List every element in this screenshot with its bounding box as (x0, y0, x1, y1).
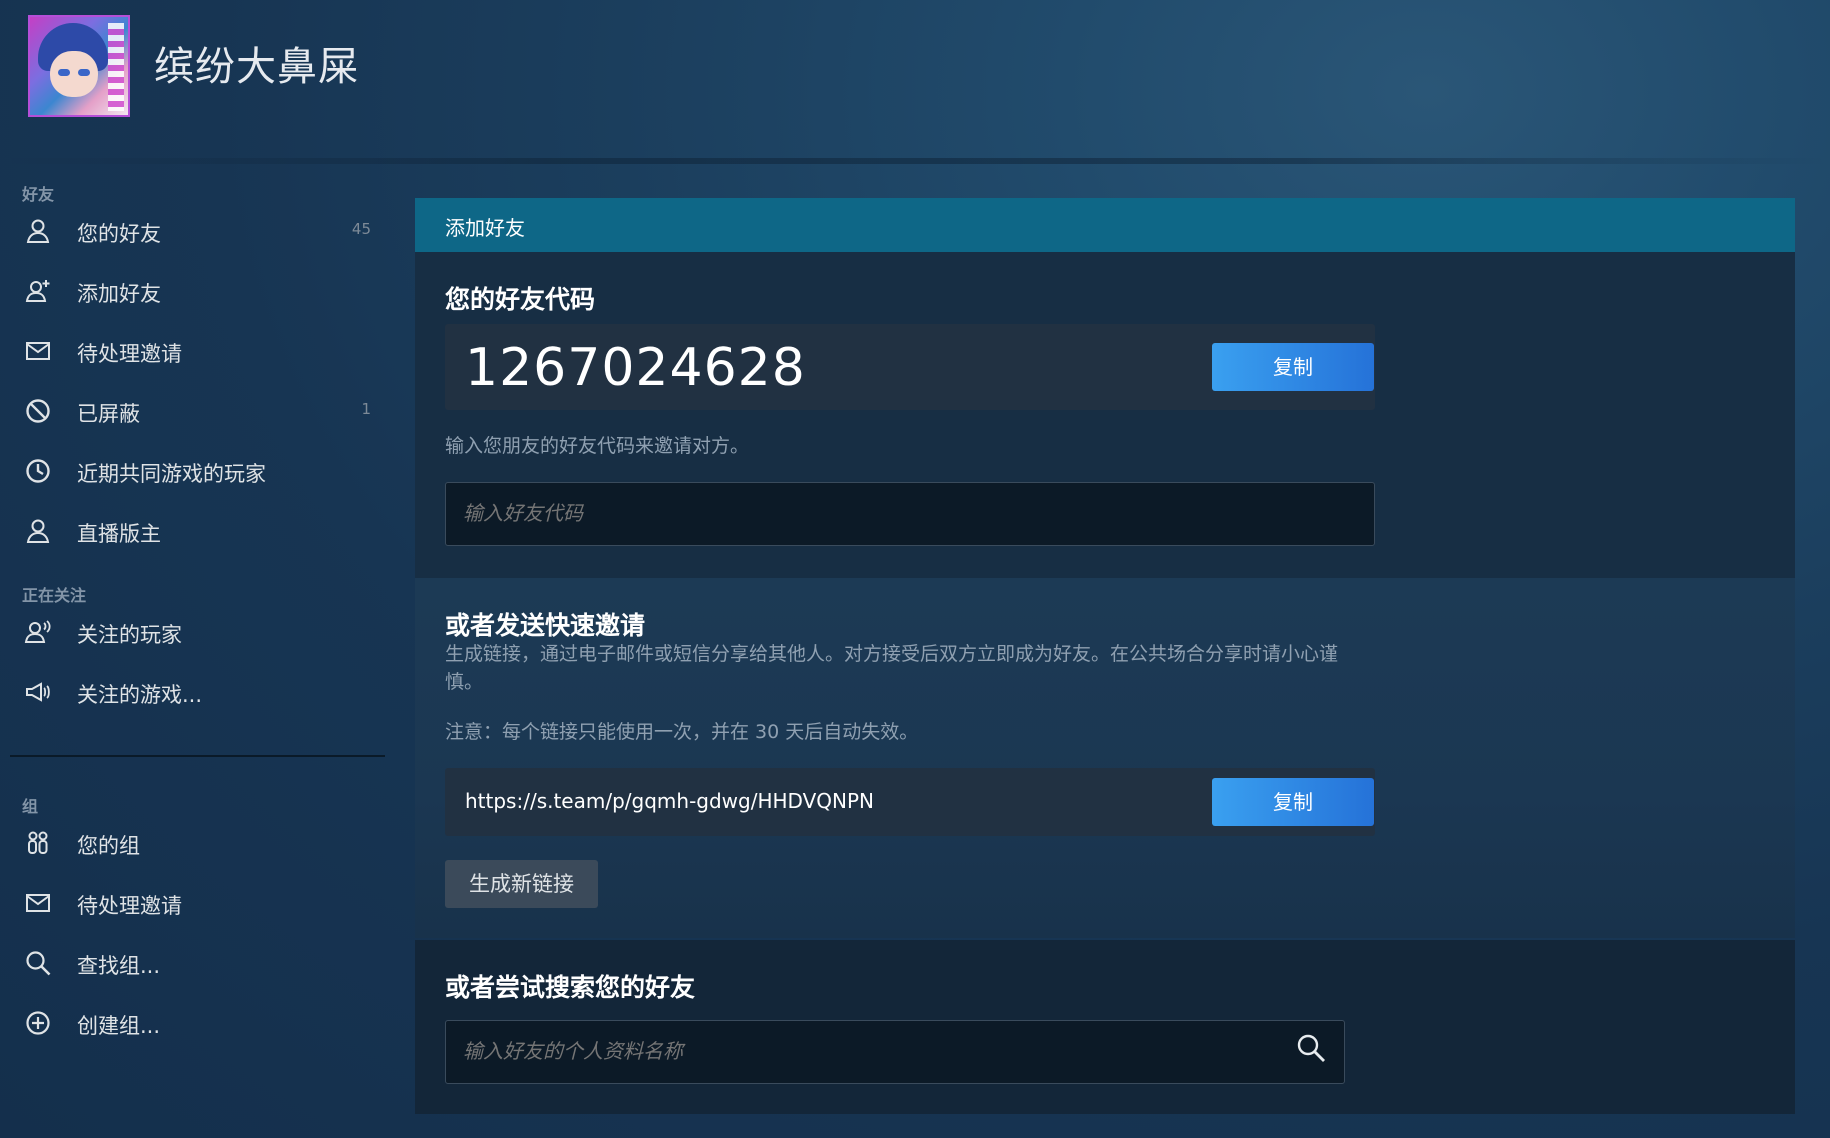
sidebar-item-label: 关注的游戏... (77, 683, 203, 707)
blocked-icon (26, 399, 50, 423)
megaphone-icon (26, 682, 50, 702)
avatar[interactable] (28, 15, 130, 117)
quick-invite-heading: 或者发送快速邀请 (445, 611, 646, 640)
quick-invite-note: 注意：每个链接只能使用一次，并在 30 天后自动失效。 (445, 721, 919, 743)
sidebar-item-label: 已屏蔽 (77, 402, 140, 426)
search-friends-input[interactable] (445, 1020, 1345, 1084)
sidebar-item-find-groups[interactable]: 查找组... (0, 937, 385, 989)
friend-code-box: 1267024628 复制 (445, 324, 1375, 410)
sidebar-item-label: 查找组... (77, 954, 161, 978)
quick-invite-description: 生成链接，通过电子邮件或短信分享给其他人。对方接受后双方立即成为好友。在公共场合… (445, 643, 1339, 693)
sidebar-section-groups: 组 (22, 797, 39, 816)
person-follow-icon (24, 620, 51, 643)
sidebar-item-label: 您的组 (77, 834, 140, 858)
header-divider (0, 158, 1830, 164)
sidebar-section-friends: 好友 (22, 185, 55, 204)
sidebar-divider (10, 755, 385, 757)
envelope-icon (26, 342, 50, 360)
generate-new-link-button[interactable]: 生成新链接 (445, 860, 598, 908)
copy-friend-code-button[interactable]: 复制 (1212, 343, 1374, 391)
friend-code: 1267024628 (465, 338, 806, 398)
search-friends-heading: 或者尝试搜索您的好友 (445, 973, 696, 1002)
sidebar-item-blocked[interactable]: 已屏蔽 1 (0, 385, 385, 437)
sidebar-item-label: 近期共同游戏的玩家 (77, 462, 266, 486)
search-icon[interactable] (1295, 1032, 1327, 1064)
sidebar-item-create-group[interactable]: 创建组... (0, 997, 385, 1049)
search-friends-field (445, 1020, 1345, 1084)
person-icon (26, 519, 50, 543)
friend-code-input[interactable] (445, 482, 1375, 546)
profile-header: 缤纷大鼻屎 (0, 0, 1830, 164)
add-friend-panel: 添加好友 您的好友代码 1267024628 复制 输入您朋友的好友代码来邀请对… (415, 198, 1795, 1114)
sidebar-item-followed-games[interactable]: 关注的游戏... (0, 666, 385, 718)
friend-code-hint: 输入您朋友的好友代码来邀请对方。 (445, 435, 750, 457)
group-icon (28, 831, 48, 854)
clock-icon (26, 459, 50, 483)
username[interactable]: 缤纷大鼻屎 (154, 34, 359, 92)
avatar-face (50, 51, 98, 97)
sidebar-item-recent-players[interactable]: 近期共同游戏的玩家 (0, 445, 385, 497)
panel-header: 添加好友 (415, 198, 1795, 252)
sidebar-item-label: 待处理邀请 (77, 894, 182, 918)
envelope-icon (26, 894, 50, 912)
avatar-frame (108, 23, 124, 111)
sidebar-item-add-friend[interactable]: 添加好友 (0, 265, 385, 317)
invite-link-box: https://s.team/p/gqmh-gdwg/HHDVQNPN 复制 (445, 768, 1375, 836)
sidebar-item-pending-invites[interactable]: 待处理邀请 (0, 325, 385, 377)
sidebar-item-label: 直播版主 (77, 522, 161, 546)
sidebar-item-group-invites[interactable]: 待处理邀请 (0, 877, 385, 929)
blocked-count: 1 (361, 400, 371, 418)
sidebar-item-label: 您的好友 (77, 222, 161, 246)
sidebar-item-label: 添加好友 (77, 282, 161, 306)
sidebar-section-following: 正在关注 (22, 586, 87, 605)
sidebar-item-followed-players[interactable]: 关注的玩家 (0, 606, 385, 658)
sidebar-item-label: 关注的玩家 (77, 623, 182, 647)
sidebar-item-your-friends[interactable]: 您的好友 45 (0, 205, 385, 257)
sidebar-item-label: 创建组... (77, 1014, 161, 1038)
friend-code-heading: 您的好友代码 (445, 285, 596, 314)
plus-circle-icon (26, 1011, 50, 1035)
search-icon (26, 951, 51, 976)
sidebar-item-broadcast-moderators[interactable]: 直播版主 (0, 505, 385, 557)
person-icon (26, 219, 50, 243)
invite-link[interactable]: https://s.team/p/gqmh-gdwg/HHDVQNPN (465, 789, 874, 813)
sidebar-item-your-groups[interactable]: 您的组 (0, 817, 385, 869)
person-add-icon (25, 280, 50, 302)
friend-count: 45 (351, 220, 371, 238)
avatar-eye (78, 69, 90, 76)
panel-title: 添加好友 (445, 216, 525, 240)
avatar-eye (58, 69, 70, 76)
copy-invite-link-button[interactable]: 复制 (1212, 778, 1374, 826)
sidebar-item-label: 待处理邀请 (77, 342, 182, 366)
